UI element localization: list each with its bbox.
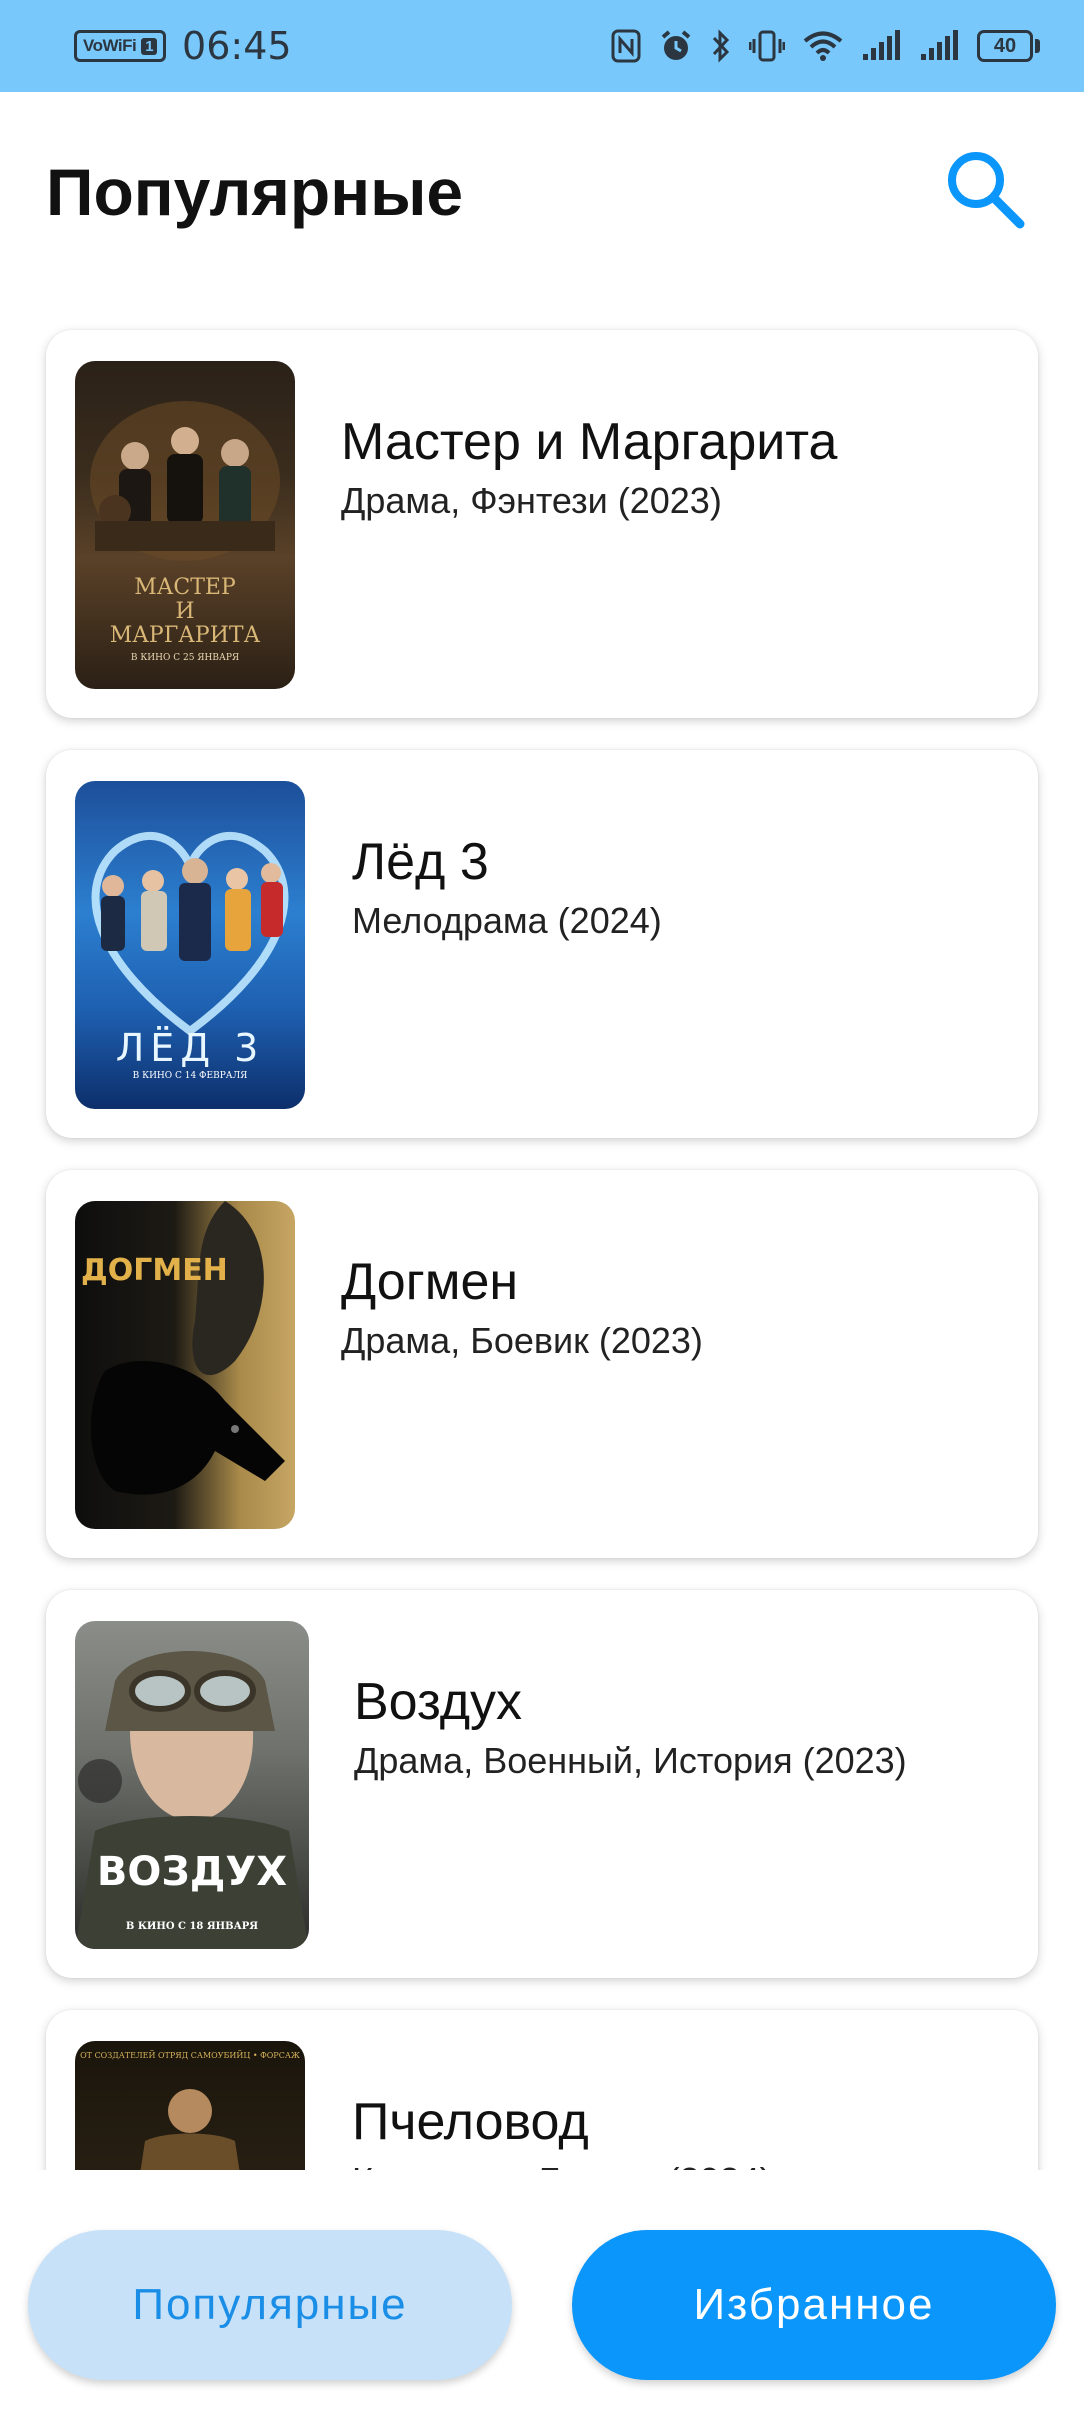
movie-genre: Мелодрама (2024)	[352, 900, 662, 941]
movie-title: Догмен	[341, 1253, 519, 1311]
poster-title: ЛЁД 3	[115, 1026, 265, 1070]
status-time: 06:45	[182, 24, 292, 68]
poster-title: МАСТЕР И МАРГАРИТА	[109, 575, 261, 648]
wifi-icon	[803, 26, 843, 66]
bluetooth-icon	[711, 26, 731, 66]
poster-caption: В КИНО С 14 ФЕВРАЛЯ	[132, 1071, 248, 1081]
nfc-icon	[611, 26, 641, 66]
vowifi-label: VoWiFi	[83, 36, 137, 55]
movie-poster: ДОГМЕН	[75, 1201, 295, 1529]
poster-title: ВОЗДУХ	[96, 1849, 288, 1895]
movie-title: Воздух	[354, 1673, 523, 1731]
sim-number: 1	[141, 37, 158, 55]
vibrate-icon	[749, 26, 785, 66]
movie-genre: Драма, Военный, История (2023)	[354, 1740, 907, 1781]
search-button[interactable]	[940, 144, 1030, 234]
battery-icon: 40	[977, 30, 1040, 62]
movie-genre: Криминал, Боевик (2024)	[352, 2160, 772, 2170]
signal-1-icon	[861, 26, 901, 66]
bottom-nav: Популярные Избранное	[0, 2170, 1084, 2412]
movie-poster: ОТ СОЗДАТЕЛЕЙ ОТРЯД САМОУБИЙЦ • ФОРСАЖ	[75, 2041, 305, 2170]
popular-tab-button[interactable]: Популярные	[28, 2230, 512, 2380]
signal-2-icon	[919, 26, 959, 66]
movie-title: Мастер и Маргарита	[341, 413, 838, 471]
page-title: Популярные	[46, 155, 464, 229]
movie-card[interactable]: ОТ СОЗДАТЕЛЕЙ ОТРЯД САМОУБИЙЦ • ФОРСАЖ П…	[46, 2010, 1038, 2170]
movie-poster: МАСТЕР И МАРГАРИТА В КИНО С 25 ЯНВАРЯ	[75, 361, 295, 689]
poster-caption: В КИНО С 18 ЯНВАРЯ	[125, 1921, 259, 1932]
alarm-icon	[659, 26, 693, 66]
movie-card[interactable]: МАСТЕР И МАРГАРИТА В КИНО С 25 ЯНВАРЯ Маст…	[46, 330, 1038, 718]
battery-level: 40	[977, 30, 1033, 62]
poster-title: ДОГМЕН	[81, 1253, 228, 1288]
movie-title: Пчеловод	[352, 2093, 589, 2151]
screen: VoWiFi 1 06:45 40 Популярные МАСТЕР И МА…	[0, 0, 1084, 2412]
movie-poster: ВОЗДУХ В КИНО С 18 ЯНВАРЯ	[75, 1621, 309, 1949]
status-bar: VoWiFi 1 06:45 40	[0, 0, 1084, 92]
movie-list[interactable]: МАСТЕР И МАРГАРИТА В КИНО С 25 ЯНВАРЯ Маст…	[0, 290, 1084, 2170]
movie-genre: Драма, Фэнтези (2023)	[341, 480, 722, 521]
search-icon	[948, 152, 1025, 229]
poster-caption: В КИНО С 25 ЯНВАРЯ	[130, 653, 240, 663]
movie-title: Лёд 3	[352, 833, 489, 891]
movie-card[interactable]: ДОГМЕН Догмен Драма, Боевик (2023)	[46, 1170, 1038, 1558]
movie-card[interactable]: ВОЗДУХ В КИНО С 18 ЯНВАРЯ Воздух Драма, …	[46, 1590, 1038, 1978]
favorites-tab-button[interactable]: Избранное	[572, 2230, 1056, 2380]
movie-poster: ЛЁД 3 В КИНО С 14 ФЕВРАЛЯ	[75, 781, 305, 1109]
movie-card[interactable]: ЛЁД 3 В КИНО С 14 ФЕВРАЛЯ Лёд 3 Мелодрам…	[46, 750, 1038, 1138]
app-header: Популярные	[0, 92, 1084, 292]
vowifi-indicator: VoWiFi 1	[74, 30, 167, 62]
movie-genre: Драма, Боевик (2023)	[341, 1320, 703, 1361]
